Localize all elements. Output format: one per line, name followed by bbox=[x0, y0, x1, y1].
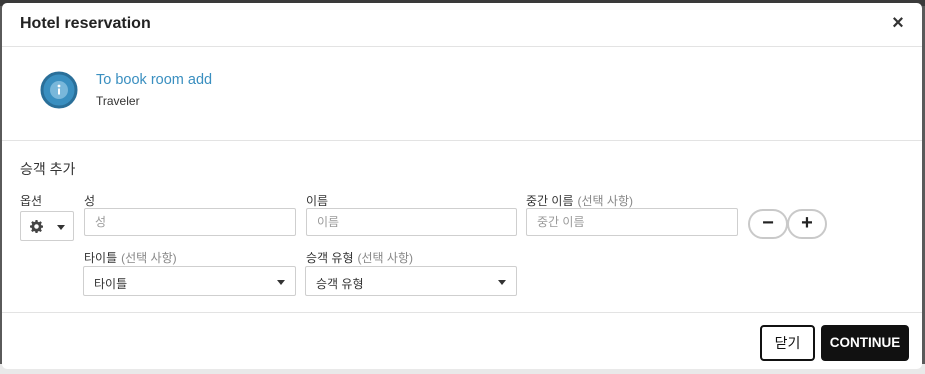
close-icon[interactable]: × bbox=[888, 13, 908, 33]
options-label: 옵션 bbox=[20, 194, 43, 208]
title-label-text: 타이틀 bbox=[84, 251, 118, 265]
remove-traveler-button[interactable]: − bbox=[748, 209, 788, 239]
middle-name-input[interactable] bbox=[526, 208, 738, 236]
dialog-title: Hotel reservation bbox=[20, 15, 151, 32]
passenger-type-select-value: 승객 유형 bbox=[316, 277, 364, 291]
passenger-type-label-text: 승객 유형 bbox=[306, 251, 354, 265]
close-button[interactable]: 닫기 bbox=[760, 325, 815, 361]
first-name-label: 이름 bbox=[306, 194, 329, 208]
passenger-type-select[interactable]: 승객 유형 bbox=[305, 266, 517, 296]
chevron-down-icon bbox=[498, 280, 506, 285]
last-name-label: 성 bbox=[84, 194, 96, 208]
title-label: 타이틀 (선택 사항) bbox=[84, 249, 177, 266]
first-name-input[interactable] bbox=[306, 208, 517, 236]
continue-button[interactable]: CONTINUE bbox=[821, 325, 909, 361]
title-optional: (선택 사항) bbox=[121, 251, 177, 265]
section-title: 승객 추가 bbox=[20, 161, 76, 177]
title-select-value: 타이틀 bbox=[94, 277, 128, 291]
passenger-type-optional: (선택 사항) bbox=[357, 251, 414, 265]
gear-icon bbox=[30, 220, 43, 233]
chevron-down-icon bbox=[277, 280, 285, 285]
passenger-type-label: 승객 유형 (선택 사항) bbox=[306, 249, 413, 266]
title-select[interactable]: 타이틀 bbox=[83, 266, 296, 296]
info-subtitle: Traveler bbox=[96, 94, 140, 108]
info-icon bbox=[40, 71, 78, 109]
middle-name-label: 중간 이름 (선택 사항) bbox=[526, 192, 633, 209]
chevron-down-icon bbox=[57, 225, 65, 230]
add-traveler-button[interactable]: + bbox=[787, 209, 827, 239]
middle-name-optional: (선택 사항) bbox=[577, 194, 634, 208]
hotel-reservation-dialog: Hotel reservation × To book room add Tra… bbox=[2, 3, 922, 369]
options-dropdown[interactable] bbox=[20, 211, 74, 241]
dialog-footer: 닫기 CONTINUE bbox=[2, 312, 922, 369]
middle-name-label-text: 중간 이름 bbox=[526, 194, 574, 208]
last-name-input[interactable] bbox=[84, 208, 296, 236]
info-title: To book room add bbox=[96, 72, 213, 88]
dialog-header: Hotel reservation × bbox=[2, 3, 922, 47]
info-section: To book room add Traveler bbox=[2, 47, 922, 141]
